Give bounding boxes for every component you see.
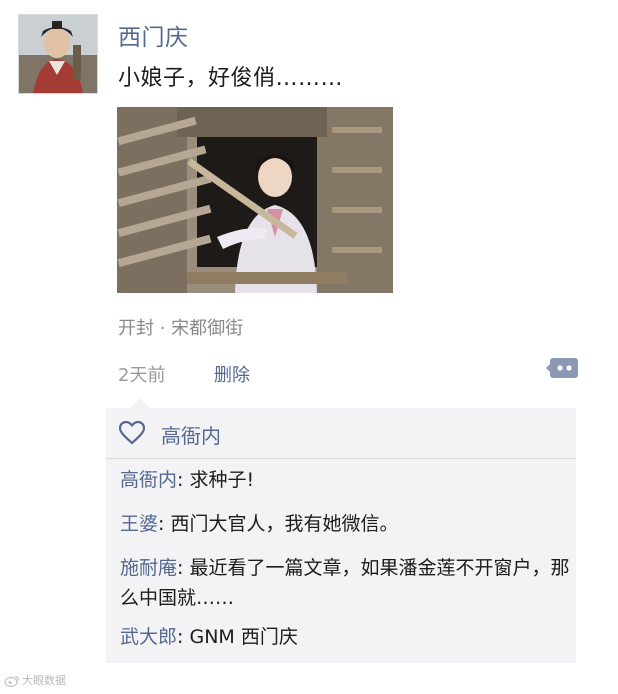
comment-separator: : [158, 513, 171, 535]
comment-item: 高衙内: 求种子! [120, 465, 570, 495]
weibo-logo-icon [4, 675, 20, 687]
comment-item: 王婆: 西门大官人，我有她微信。 [120, 509, 570, 539]
post-photo-image [117, 107, 393, 293]
watermark-text: 大眼数据 [22, 674, 66, 687]
comment-button[interactable] [546, 354, 580, 382]
avatar[interactable] [18, 14, 98, 94]
likes-row: 高衙内 [106, 408, 576, 458]
avatar-image [19, 15, 97, 93]
post-location[interactable]: 开封 · 宋都御街 [118, 314, 243, 340]
comment-text: GNM 西门庆 [189, 626, 298, 648]
comment-author[interactable]: 王婆 [120, 513, 158, 535]
comment-author[interactable]: 施耐庵 [120, 557, 177, 579]
comment-item: 武大郎: GNM 西门庆 [120, 622, 570, 652]
post-photo[interactable] [117, 107, 393, 293]
post-author-name[interactable]: 西门庆 [118, 18, 189, 52]
comment-item: 施耐庵: 最近看了一篇文章，如果潘金莲不开窗户，那么中国就…… [120, 553, 570, 613]
comment-author[interactable]: 高衙内 [120, 469, 177, 491]
comment-text: 求种子! [189, 469, 255, 491]
comments-panel: 高衙内 高衙内: 求种子! 王婆: 西门大官人，我有她微信。 施耐庵: 最近看了… [106, 398, 576, 663]
comment-text: 西门大官人，我有她微信。 [170, 513, 399, 535]
comment-bubble-icon [546, 358, 578, 378]
comment-separator: : [177, 626, 190, 648]
comment-separator: : [177, 557, 190, 579]
liker-name[interactable]: 高衙内 [161, 420, 221, 449]
heart-outline-icon [118, 420, 146, 445]
watermark: 大眼数据 [4, 672, 66, 688]
delete-button[interactable]: 删除 [214, 361, 250, 387]
post-timestamp: 2天前 [118, 365, 166, 386]
likes-divider [106, 458, 576, 459]
comments-panel-arrow [130, 398, 150, 408]
comment-separator: : [177, 469, 190, 491]
comment-author[interactable]: 武大郎 [120, 626, 177, 648]
post-text: 小娘子，好俊俏……… [118, 66, 344, 91]
